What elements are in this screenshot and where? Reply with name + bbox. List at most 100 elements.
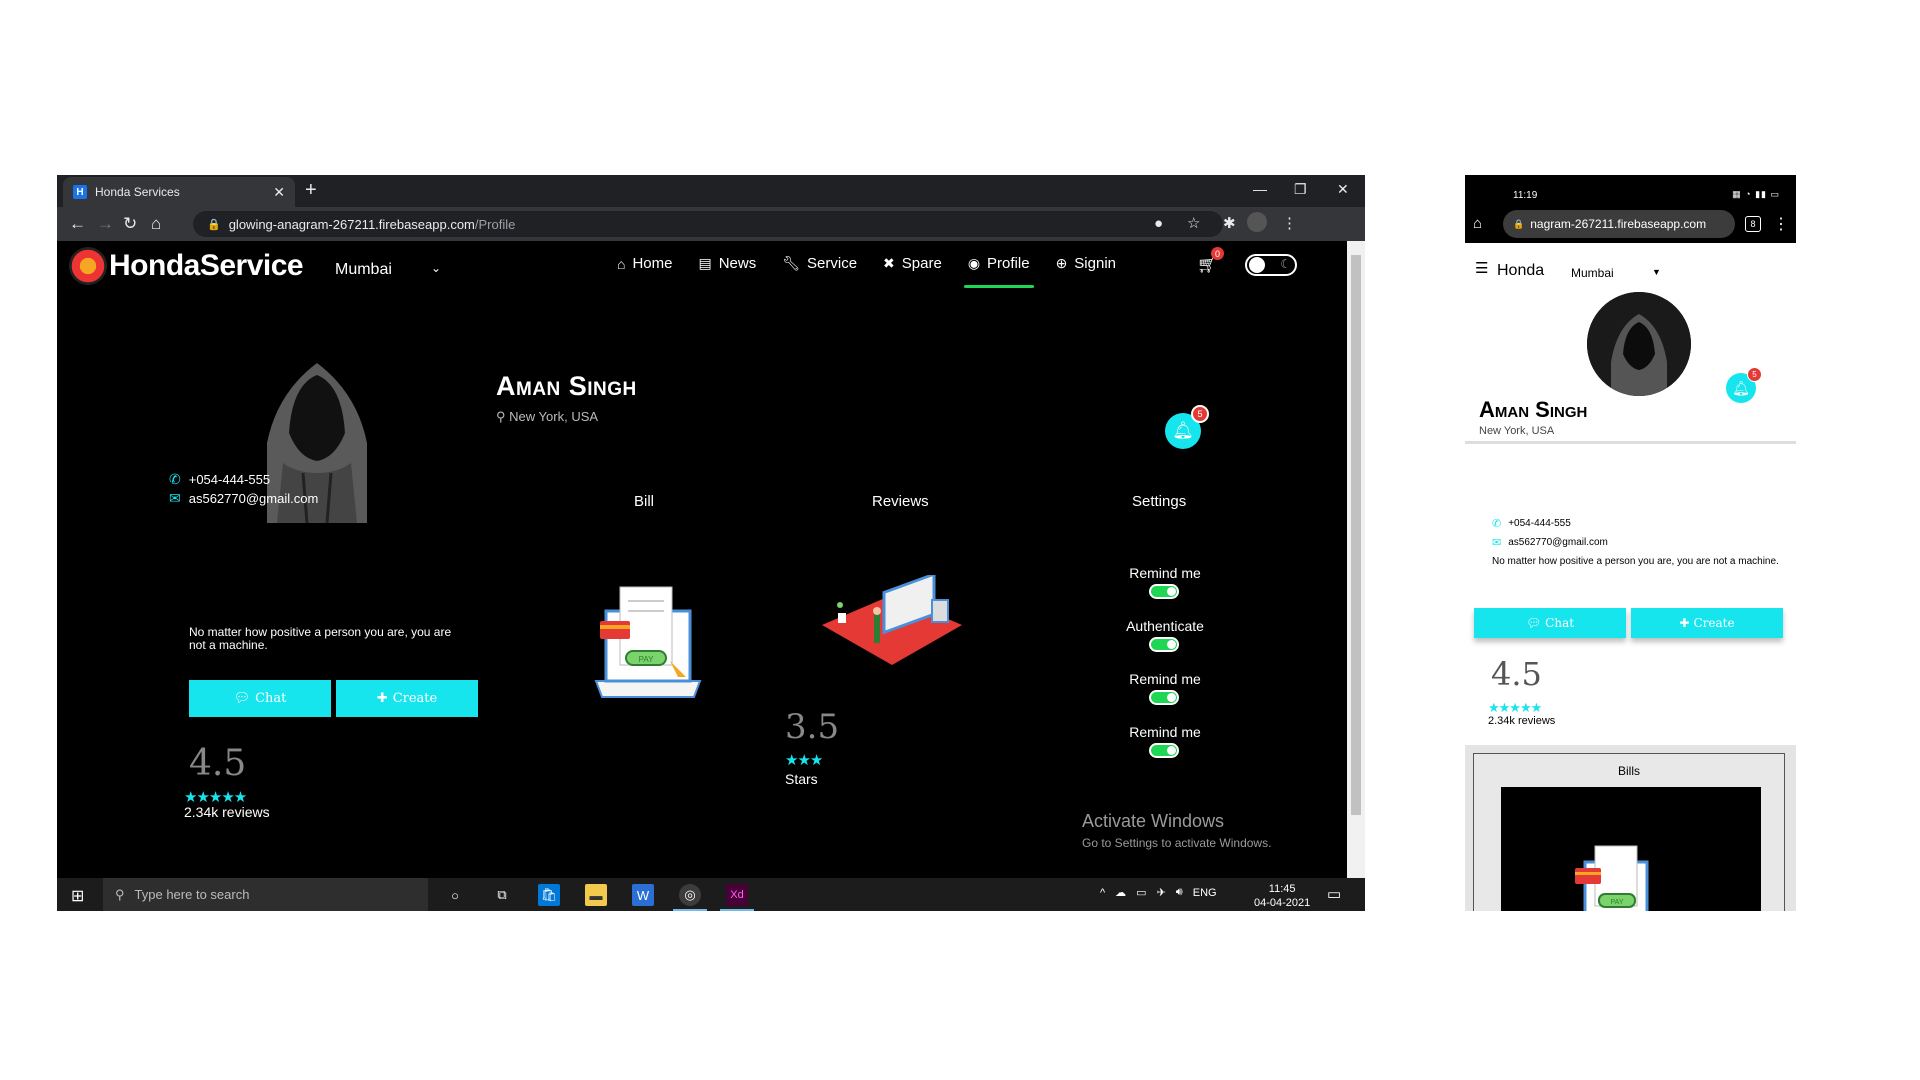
mobile-bills-title: Bills	[1617, 764, 1640, 778]
chevron-up-icon[interactable]: ^	[1100, 887, 1105, 899]
writer-icon[interactable]: W	[632, 884, 654, 906]
setting-remind-me-toggle[interactable]	[1149, 690, 1179, 705]
chrome-menu-icon[interactable]: ⋮	[1282, 214, 1297, 232]
theme-toggle[interactable]: ☾	[1245, 254, 1297, 276]
phone-number: +054-444-555	[188, 472, 271, 487]
phone-icon: ✆	[1492, 518, 1502, 530]
watermark-line2: Go to Settings to activate Windows.	[1082, 836, 1272, 850]
mobile-contact-email: ✉ as562770@gmail.com	[1492, 536, 1608, 549]
lock-icon: 🔒	[207, 218, 221, 231]
site-logo[interactable]: HondaService	[69, 247, 304, 285]
home-icon[interactable]: ⌂	[151, 214, 161, 234]
mobile-notification-bell[interactable]: 🔔︎ 5	[1726, 367, 1762, 403]
minimize-icon[interactable]: —	[1253, 181, 1267, 197]
setting-authenticate-toggle[interactable]	[1149, 637, 1179, 652]
nav-label: Home	[632, 255, 673, 272]
nav-news[interactable]: ▤ News	[698, 255, 756, 272]
new-tab-button[interactable]: +	[305, 179, 317, 202]
bookmark-star-icon[interactable]: ☆	[1187, 214, 1200, 232]
reload-icon[interactable]: ↻	[123, 214, 137, 234]
nav-home[interactable]: ⌂ Home	[617, 255, 672, 272]
scrollbar-thumb[interactable]	[1351, 255, 1361, 815]
store-icon[interactable]: 🛍︎	[538, 884, 560, 906]
mobile-reviews-word: reviews	[1517, 715, 1556, 727]
mobile-menu-icon[interactable]: ⋮	[1773, 214, 1789, 234]
mobile-city-select[interactable]: Mumbai	[1571, 266, 1614, 280]
mobile-location-city: New York,	[1479, 425, 1529, 437]
chat-label: Chat	[255, 691, 287, 706]
mobile-create-label: Create	[1693, 616, 1735, 630]
restore-icon[interactable]: ❐	[1294, 181, 1307, 198]
chat-button[interactable]: 💬︎ Chat	[189, 680, 331, 717]
honda-logo-icon	[69, 247, 107, 285]
clock-date: 04-04-2021	[1254, 897, 1311, 909]
notification-bell-button[interactable]: 🔔︎ 5	[1165, 405, 1209, 449]
battery-icon[interactable]: ▭	[1136, 886, 1146, 899]
bell-icon: 🔔︎	[1172, 421, 1194, 440]
nav-profile[interactable]: ◉ Profile	[963, 255, 1034, 288]
nav-signin[interactable]: ⊕ Signin	[1056, 255, 1116, 272]
tab-bill[interactable]: Bill	[634, 493, 654, 510]
taskbar-clock[interactable]: 11:45 04-04-2021	[1254, 882, 1310, 910]
task-view-icon[interactable]: ⧉	[491, 884, 513, 906]
language-indicator[interactable]: ENG	[1193, 887, 1217, 899]
setting-authenticate-label: Authenticate	[1126, 618, 1204, 634]
hamburger-menu-icon[interactable]: ☰	[1475, 259, 1488, 277]
plus-icon: ✚	[376, 691, 388, 706]
nav-service[interactable]: 🔧︎ Service	[782, 255, 857, 272]
nav-label: Signin	[1074, 255, 1116, 272]
file-explorer-icon[interactable]: ▬	[585, 884, 607, 906]
tab-settings[interactable]: Settings	[1132, 493, 1186, 510]
page-scrollbar[interactable]	[1347, 241, 1365, 878]
create-button[interactable]: ✚ Create	[336, 680, 478, 717]
window-close-icon[interactable]: ✕	[1337, 181, 1349, 198]
system-tray: ^ ☁ ▭ ✈ 🔊︎ ENG	[1100, 886, 1217, 899]
browser-tab[interactable]: H Honda Services ✕	[63, 177, 295, 207]
address-bar[interactable]: 🔒 glowing-anagram-267211.firebaseapp.com…	[193, 211, 1223, 237]
chat-bubble-icon: 💬︎	[233, 691, 251, 706]
mobile-bills-card[interactable]: Bills PAY	[1473, 753, 1785, 911]
profile-avatar-icon[interactable]	[1247, 212, 1267, 232]
reviews-word: reviews	[222, 804, 270, 820]
mobile-email-address: as562770@gmail.com	[1508, 537, 1608, 548]
mobile-rating-reviews: 2.34k reviews	[1488, 715, 1555, 727]
cortana-icon[interactable]: ○	[444, 884, 466, 906]
volume-icon[interactable]: 🔊︎	[1176, 886, 1183, 899]
location-pin-icon[interactable]: ●	[1154, 215, 1163, 232]
chrome-icon[interactable]: ◎	[673, 884, 707, 911]
nav-spare[interactable]: ✖ Spare	[883, 255, 942, 272]
windows-start-icon[interactable]: ⊞	[71, 886, 84, 906]
extensions-icon[interactable]: ✱	[1223, 214, 1236, 232]
watermark-line1: Activate Windows	[1082, 811, 1225, 831]
caret-down-icon[interactable]: ▼	[1652, 267, 1661, 277]
mobile-create-button[interactable]: ✚ Create	[1631, 608, 1783, 638]
back-icon[interactable]: ←	[69, 214, 86, 234]
mobile-chat-button[interactable]: 💬︎ Chat	[1474, 608, 1626, 638]
mobile-profile-name: Aman Singh	[1479, 397, 1588, 422]
mobile-bill-image: PAY	[1501, 787, 1761, 911]
city-select[interactable]: Mumbai	[335, 261, 392, 279]
setting-remind-me-toggle[interactable]	[1149, 584, 1179, 599]
setting-remind-me-toggle[interactable]	[1149, 743, 1179, 758]
network-icon[interactable]: ✈	[1157, 886, 1166, 899]
forward-icon[interactable]: →	[97, 214, 114, 234]
mobile-brand[interactable]: Honda	[1497, 262, 1544, 280]
chevron-down-icon[interactable]: ⌄	[431, 261, 441, 275]
onedrive-icon[interactable]: ☁	[1115, 886, 1126, 899]
home-icon: ⌂	[617, 255, 626, 272]
mobile-profile-avatar	[1587, 292, 1691, 396]
action-center-icon[interactable]: ▭	[1327, 885, 1341, 903]
mobile-url-field[interactable]: 🔒 nagram-267211.firebaseapp.com	[1503, 210, 1735, 238]
mobile-tabs-button[interactable]: 8	[1745, 216, 1761, 232]
setting-remind-me-label: Remind me	[1129, 671, 1201, 687]
tab-close-icon[interactable]: ✕	[273, 184, 285, 201]
bill-payment-illustration: PAY	[594, 586, 702, 698]
envelope-icon: ✉	[1492, 537, 1502, 549]
contact-phone: ✆ +054-444-555	[169, 471, 270, 488]
tab-reviews[interactable]: Reviews	[872, 493, 929, 510]
mobile-bills-section: Bills PAY	[1465, 745, 1796, 911]
adobe-xd-icon[interactable]: Xd	[720, 884, 754, 911]
home-icon[interactable]: ⌂	[1473, 215, 1482, 232]
taskbar-search[interactable]: ⚲ Type here to search	[103, 878, 428, 911]
clock-time: 11:45	[1268, 883, 1296, 895]
